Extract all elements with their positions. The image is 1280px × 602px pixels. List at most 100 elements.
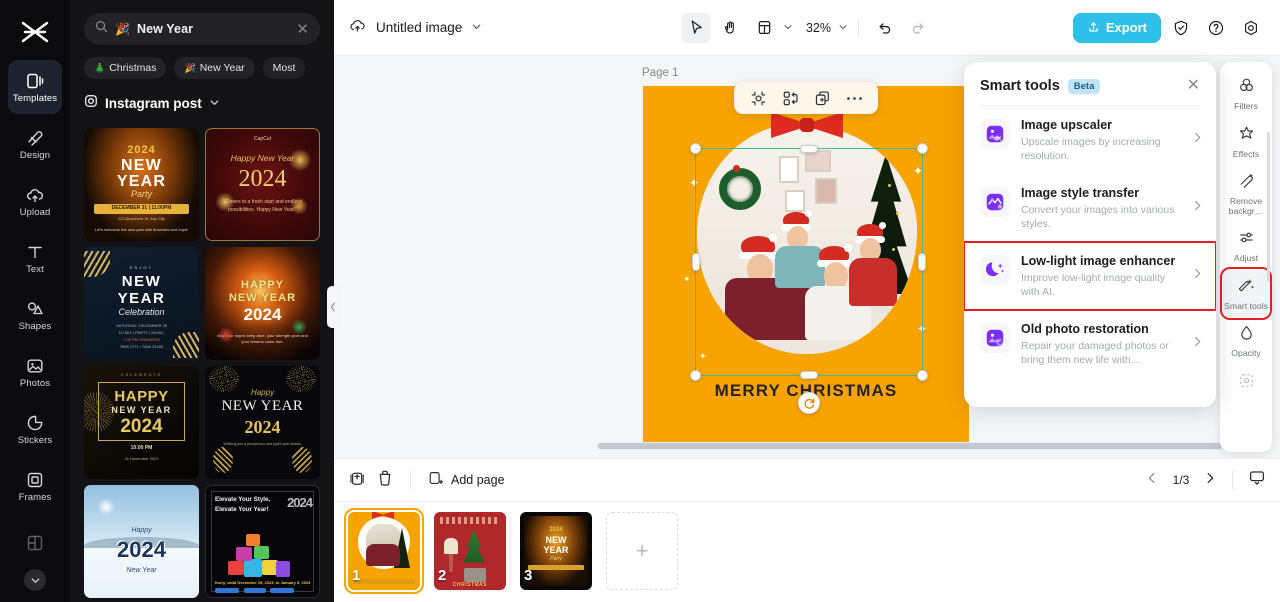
- capcut-logo-icon[interactable]: [17, 14, 53, 50]
- smart-tool-image-upscaler[interactable]: 4K Image upscaler Upscale images by incr…: [964, 106, 1216, 174]
- resize-handle-bottom[interactable]: [800, 371, 818, 379]
- design-page[interactable]: ✦ ✦ ✦ ✦ ✦ MERRY CHRISTMAS: [643, 86, 969, 444]
- shield-check-icon[interactable]: [1166, 13, 1196, 43]
- template-artwork: Happy NEW YEAR 2024 Wishing you a prospe…: [205, 366, 320, 479]
- duplicate-icon[interactable]: [812, 88, 832, 108]
- tpl-sub3: 7:00 PM ONWARDS: [123, 337, 160, 342]
- smart-tool-low-light-enhancer[interactable]: Low-light image enhancer Improve low-lig…: [964, 241, 1216, 312]
- right-tools-rail: Filters Effects Remove backgr… Adjust Sm…: [1220, 62, 1272, 452]
- expand-more-button[interactable]: [24, 569, 46, 591]
- resize-handle-tl[interactable]: [690, 143, 701, 154]
- right-tool-adjust[interactable]: Adjust: [1223, 222, 1269, 270]
- tpl-sub2: 123 Anywhere St. Any City: [117, 216, 166, 221]
- sidebar-item-templates[interactable]: Templates: [8, 60, 62, 114]
- right-rail-scrollbar[interactable]: [1267, 132, 1270, 282]
- right-tool-effects[interactable]: Effects: [1223, 118, 1269, 166]
- tag-most[interactable]: Most: [262, 57, 306, 79]
- delete-page-icon[interactable]: [376, 469, 394, 492]
- resize-handle-right[interactable]: [918, 253, 926, 271]
- resize-handle-br[interactable]: [917, 370, 928, 381]
- layout-tool-button[interactable]: [749, 13, 779, 43]
- thumbnail-number: 3: [524, 567, 533, 584]
- element-floating-toolbar: [734, 82, 878, 114]
- right-tool-smart-tools[interactable]: Smart tools: [1220, 266, 1272, 321]
- search-emoji: 🎉: [115, 22, 130, 36]
- rotate-handle[interactable]: [798, 392, 820, 414]
- more-options-icon[interactable]: [844, 88, 864, 108]
- page-thumbnail-3[interactable]: 2024 NEW YEAR Party 3: [520, 512, 592, 590]
- resize-handle-tr[interactable]: [917, 143, 928, 154]
- chevron-right-icon[interactable]: [1203, 471, 1217, 490]
- tpl-line: Celebration: [118, 307, 165, 317]
- right-tool-opacity[interactable]: Opacity: [1223, 317, 1269, 365]
- panel-collapse-handle[interactable]: [327, 286, 338, 328]
- svg-text:4K: 4K: [994, 136, 1002, 142]
- tag-new-year[interactable]: 🎉 New Year: [174, 57, 255, 79]
- template-card[interactable]: CELEBRATE HAPPY NEW YEAR 2024 10:00 PM 3…: [84, 366, 199, 479]
- right-tool-remove-background[interactable]: Remove backgr…: [1223, 165, 1269, 222]
- settings-icon[interactable]: [1236, 13, 1266, 43]
- search-input[interactable]: 🎉 New Year ✕: [84, 13, 320, 45]
- sidebar-item-shapes[interactable]: Shapes: [8, 288, 62, 342]
- export-button[interactable]: Export: [1072, 12, 1161, 43]
- zoom-level[interactable]: 32%: [803, 21, 834, 35]
- scrollbar-thumb[interactable]: [598, 443, 1222, 449]
- template-card[interactable]: HAPPY NEW YEAR 2024 May your hopes keep …: [205, 247, 320, 360]
- cloud-sync-icon[interactable]: [348, 16, 367, 40]
- thumbnail-caption: CHRISTMAS: [452, 582, 488, 588]
- zoom-chevron-down-icon[interactable]: [838, 19, 848, 37]
- tpl-line: NEW YEAR: [221, 398, 304, 414]
- present-icon[interactable]: [1248, 469, 1266, 492]
- add-page-button[interactable]: Add page: [427, 470, 505, 490]
- right-tool-crop[interactable]: [1223, 365, 1269, 400]
- replace-icon[interactable]: [780, 88, 800, 108]
- help-circle-icon[interactable]: [1201, 13, 1231, 43]
- select-tool-button[interactable]: [680, 12, 711, 43]
- hand-tool-button[interactable]: [715, 13, 745, 43]
- crop-icon[interactable]: [748, 88, 768, 108]
- sidebar-item-upload[interactable]: Upload: [8, 174, 62, 228]
- close-icon[interactable]: ✕: [296, 22, 309, 37]
- chevron-right-icon: [1191, 267, 1204, 285]
- top-toolbar: Untitled image 32% Export: [334, 0, 1280, 56]
- sidebar-item-text[interactable]: Text: [8, 231, 62, 285]
- sidebar-item-stickers[interactable]: Stickers: [8, 402, 62, 456]
- template-card[interactable]: Happy NEW YEAR 2024 Wishing you a prospe…: [205, 366, 320, 479]
- smart-tool-image-style-transfer[interactable]: Image style transfer Convert your images…: [964, 174, 1216, 242]
- resize-handle-top[interactable]: [800, 145, 818, 153]
- template-card[interactable]: Happy 2024 New Year: [84, 485, 199, 598]
- template-card[interactable]: CapCut Happy New Year 2024 "Cheers to a …: [205, 128, 320, 241]
- sidebar-item-design[interactable]: Design: [8, 117, 62, 171]
- document-title[interactable]: Untitled image: [376, 20, 462, 35]
- template-card[interactable]: 2024 NEW YEAR Party DECEMBER 31 | 11:00P…: [84, 128, 199, 241]
- add-page-icon: [427, 470, 444, 490]
- duplicate-page-icon[interactable]: [348, 469, 366, 492]
- tag-christmas[interactable]: 🎄 Christmas: [84, 57, 167, 79]
- template-artwork: CapCut Happy New Year 2024 "Cheers to a …: [206, 129, 319, 240]
- undo-button[interactable]: [869, 13, 899, 43]
- chevron-down-icon[interactable]: [471, 19, 482, 37]
- resize-handle-left[interactable]: [692, 253, 700, 271]
- thumbnail-number: 2: [438, 567, 447, 584]
- right-tool-filters[interactable]: Filters: [1223, 70, 1269, 118]
- category-dropdown[interactable]: Instagram post: [70, 79, 334, 113]
- smart-tool-old-photo-restoration[interactable]: Old photo restoration Repair your damage…: [964, 310, 1216, 378]
- template-card[interactable]: ENJOY NEW YEAR Celebration SATURDAY, DEC…: [84, 247, 199, 360]
- template-card[interactable]: Elevate Your Style, Elevate Your Year! 2…: [205, 485, 320, 598]
- smart-tool-text: Image upscaler Upscale images by increas…: [1021, 117, 1180, 163]
- selection-bounding-box[interactable]: [690, 143, 928, 414]
- chevron-down-icon[interactable]: [783, 19, 793, 37]
- resize-handle-bl[interactable]: [690, 370, 701, 381]
- add-page-thumbnail-button[interactable]: +: [606, 512, 678, 590]
- page-thumbnail-2[interactable]: CHRISTMAS 2: [434, 512, 506, 590]
- page-thumbnail-1[interactable]: 1: [344, 508, 424, 594]
- close-icon[interactable]: ✕: [1187, 78, 1200, 94]
- sidebar-item-grid[interactable]: [8, 516, 62, 570]
- page-label: Page 1: [642, 67, 679, 79]
- sidebar-item-photos[interactable]: Photos: [8, 345, 62, 399]
- sidebar-item-frames[interactable]: Frames: [8, 459, 62, 513]
- canvas-horizontal-scrollbar[interactable]: [596, 442, 1256, 450]
- tpl-line: 2024: [127, 144, 156, 156]
- redo-button[interactable]: [903, 13, 933, 43]
- chevron-left-icon[interactable]: [1145, 471, 1159, 490]
